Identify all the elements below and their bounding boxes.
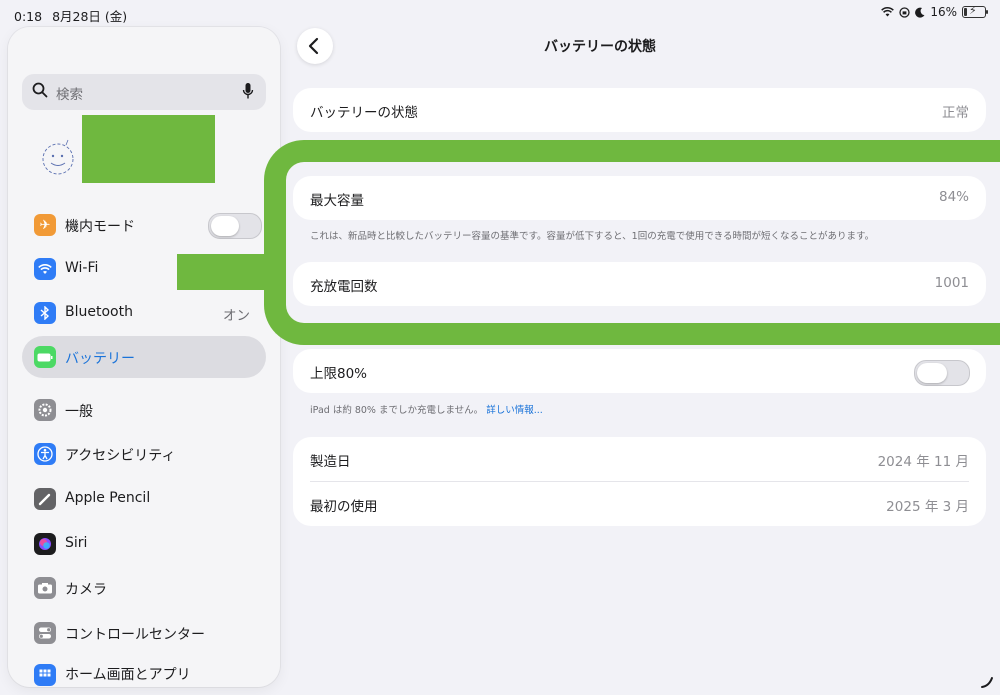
page-title: バッテリーの状態 xyxy=(544,39,656,55)
battery-status-card: バッテリーの状態 正常 xyxy=(293,88,986,132)
airplane-mode-toggle[interactable] xyxy=(208,213,262,239)
wifi-icon xyxy=(34,258,56,280)
sidebar-item-label: Bluetooth xyxy=(65,304,133,320)
manufacture-date-row: 製造日 2024 年 11 月 xyxy=(293,437,986,481)
sidebar-item-accessibility[interactable]: アクセシビリティ xyxy=(22,433,266,475)
apple-account-profile[interactable] xyxy=(34,115,234,191)
charge-limit-label: 上限80% xyxy=(310,366,368,382)
sidebar-item-control-center[interactable]: コントロールセンター xyxy=(22,612,266,654)
sidebar-item-battery[interactable]: バッテリー xyxy=(22,336,266,378)
lock-rotation-icon xyxy=(899,6,910,18)
home-screen-icon xyxy=(34,664,56,686)
status-date: 8月28日 (金) xyxy=(52,9,128,24)
sidebar-item-apple-pencil[interactable]: Apple Pencil xyxy=(22,478,266,520)
airplane-icon: ✈ xyxy=(34,214,56,236)
charge-limit-toggle[interactable] xyxy=(914,360,970,386)
redacted-wifi-block xyxy=(177,254,272,290)
max-capacity-row: 最大容量 84% xyxy=(293,176,986,220)
max-capacity-footnote: これは、新品時と比較したバッテリー容量の基準です。容量が低下すると、1回の充電で… xyxy=(310,231,875,242)
sidebar-item-bluetooth[interactable]: Bluetooth オン xyxy=(22,292,266,334)
learn-more-link[interactable]: 詳しい情報... xyxy=(486,405,543,416)
cycle-count-row: 充放電回数 1001 xyxy=(293,262,986,306)
manufacture-date-label: 製造日 xyxy=(310,454,351,470)
max-capacity-card: 最大容量 84% xyxy=(293,176,986,220)
moon-icon xyxy=(915,7,925,18)
sidebar-item-general[interactable]: 一般 xyxy=(22,389,266,431)
sidebar-item-label: ホーム画面とアプリ xyxy=(65,667,191,683)
sidebar-item-label: コントロールセンター xyxy=(65,627,205,643)
search-icon xyxy=(32,82,48,98)
status-time-date: 0:18 8月28日 (金) xyxy=(14,6,137,25)
sidebar-item-label: Apple Pencil xyxy=(65,490,151,506)
battery-icon xyxy=(34,346,56,368)
charge-limit-row: 上限80% xyxy=(293,349,986,393)
battery-status-value: 正常 xyxy=(942,105,969,121)
home-indicator xyxy=(981,677,993,688)
first-use-row: 最初の使用 2025 年 3 月 xyxy=(293,482,986,526)
sidebar-item-home-screen[interactable]: ホーム画面とアプリ xyxy=(22,654,266,687)
charge-limit-footnote: iPad は約 80% までしか充電しません。 詳しい情報... xyxy=(310,402,543,416)
control-center-icon xyxy=(34,622,56,644)
battery-status-icon: ⚡ xyxy=(962,4,988,18)
sidebar-item-label: Wi-Fi xyxy=(65,260,99,276)
sidebar: 検索 ✈ 機内モード Wi-Fi J Bluetooth オン xyxy=(8,27,280,687)
dates-card: 製造日 2024 年 11 月 最初の使用 2025 年 3 月 xyxy=(293,437,986,526)
redacted-name-block xyxy=(82,115,215,183)
max-capacity-value: 84% xyxy=(938,189,969,205)
charge-limit-footnote-text: iPad は約 80% までしか充電しません。 xyxy=(310,405,484,416)
max-capacity-label: 最大容量 xyxy=(310,193,364,209)
back-button[interactable] xyxy=(297,28,333,64)
sidebar-item-camera[interactable]: カメラ xyxy=(22,567,266,609)
cycle-count-card: 充放電回数 1001 xyxy=(293,262,986,306)
camera-icon xyxy=(34,577,56,599)
battery-status-label: バッテリーの状態 xyxy=(310,105,418,121)
sidebar-item-label: バッテリー xyxy=(65,351,135,367)
search-field[interactable]: 検索 xyxy=(22,74,266,110)
status-indicators: 16% ⚡ xyxy=(881,4,988,19)
highlight-annotation xyxy=(264,140,1000,345)
siri-icon xyxy=(34,533,56,555)
avatar xyxy=(42,139,74,175)
first-use-label: 最初の使用 xyxy=(310,499,378,515)
battery-percent: 16% xyxy=(930,5,957,19)
status-bar: 0:18 8月28日 (金) 16% ⚡ xyxy=(0,0,1000,28)
sidebar-item-label: 一般 xyxy=(65,404,93,420)
wifi-status-icon xyxy=(881,7,895,17)
sidebar-item-siri[interactable]: Siri xyxy=(22,523,266,565)
sidebar-item-label: カメラ xyxy=(65,582,107,598)
sidebar-item-airplane-mode[interactable]: ✈ 機内モード xyxy=(22,204,266,246)
microphone-icon[interactable] xyxy=(242,82,254,100)
sidebar-item-label: Siri xyxy=(65,535,88,551)
search-placeholder: 検索 xyxy=(56,87,83,103)
bluetooth-status-value: オン xyxy=(223,308,250,324)
gear-icon xyxy=(34,399,56,421)
accessibility-icon xyxy=(34,443,56,465)
sidebar-item-label: アクセシビリティ xyxy=(65,448,176,464)
manufacture-date-value: 2024 年 11 月 xyxy=(877,454,969,470)
battery-status-row: バッテリーの状態 正常 xyxy=(293,88,986,132)
status-time: 0:18 xyxy=(14,9,43,24)
cycle-count-label: 充放電回数 xyxy=(310,279,378,295)
sidebar-item-label: 機内モード xyxy=(65,219,135,235)
pencil-icon xyxy=(34,488,56,510)
cycle-count-value: 1001 xyxy=(934,275,969,291)
first-use-value: 2025 年 3 月 xyxy=(886,499,969,515)
charge-limit-card: 上限80% xyxy=(293,349,986,393)
bluetooth-icon xyxy=(34,302,56,324)
chevron-left-icon xyxy=(308,37,319,55)
